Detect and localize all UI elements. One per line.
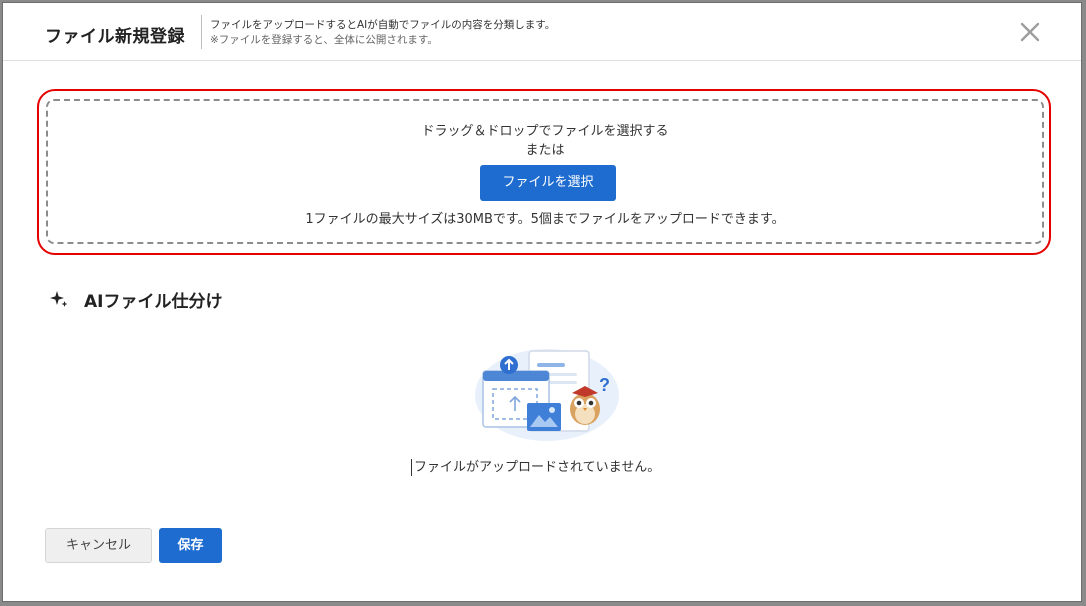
title-divider: [201, 15, 202, 49]
cancel-button[interactable]: キャンセル: [45, 528, 152, 563]
modal-description: ファイルをアップロードするとAIが自動でファイルの内容を分類します。: [210, 19, 556, 31]
dropzone-or: または: [525, 143, 565, 158]
close-icon: [1020, 22, 1040, 42]
file-registration-modal: ファイル新規登録 ファイルをアップロードするとAIが自動でファイルの内容を分類し…: [2, 2, 1082, 602]
svg-text:?: ?: [599, 375, 610, 395]
modal-subtitle: ファイルをアップロードするとAIが自動でファイルの内容を分類します。 ※ファイル…: [210, 18, 555, 48]
dropzone-instruction: ドラッグ＆ドロップでファイルを選択する: [421, 124, 669, 139]
modal-title: ファイル新規登録: [45, 27, 185, 47]
empty-state-message: ファイルがアップロードされていません。: [411, 459, 660, 476]
file-dropzone[interactable]: ドラッグ＆ドロップでファイルを選択する または ファイルを選択 1ファイルの最大…: [46, 99, 1044, 244]
dropzone-limit: 1ファイルの最大サイズは30MBです。5個までファイルをアップロードできます。: [305, 212, 785, 227]
save-button[interactable]: 保存: [159, 528, 222, 563]
modal-note: ※ファイルを登録すると、全体に公開されます。: [210, 34, 438, 46]
empty-state-illustration: ?: [475, 349, 619, 441]
select-file-button[interactable]: ファイルを選択: [480, 165, 616, 201]
modal-header: ファイル新規登録 ファイルをアップロードするとAIが自動でファイルの内容を分類し…: [3, 3, 1081, 61]
close-button[interactable]: [1015, 17, 1045, 47]
sparkle-icon: [50, 291, 68, 307]
ai-sort-heading: AIファイル仕分け: [84, 292, 223, 312]
